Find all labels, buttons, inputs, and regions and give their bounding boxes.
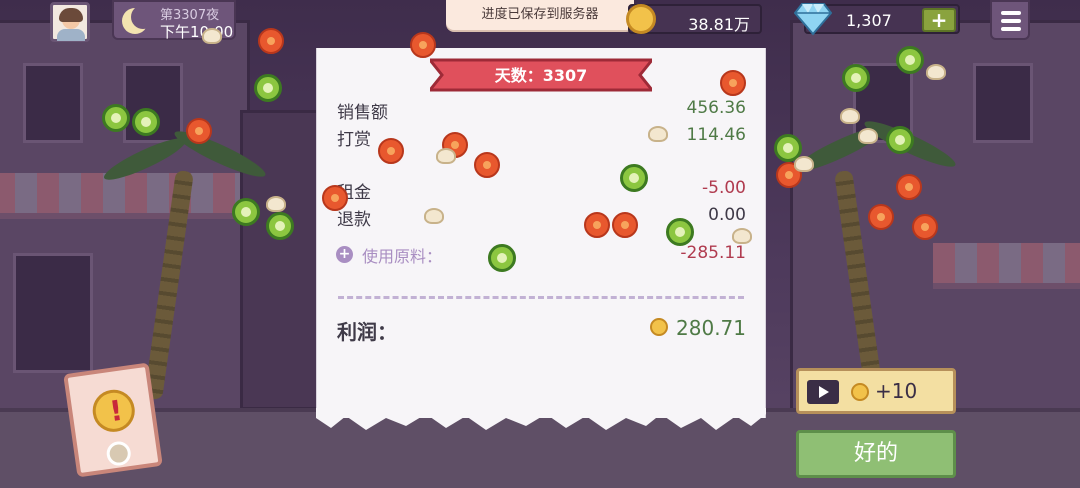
expand-ingredients-icon[interactable]: + [336,246,353,263]
tomato-slice-icon [410,32,436,58]
alert-icon: ! [90,387,138,435]
garlic-clove-icon [794,156,814,172]
coin-icon [851,383,869,401]
jalapeno-slice-icon [488,244,516,272]
tomato-slice-icon [258,28,284,54]
tomato-slice-icon [896,174,922,200]
tomato-slice-icon [612,212,638,238]
gem-balance: 1,307 + [794,3,960,36]
day-count-title: 天数：3307 [494,66,588,85]
saved-progress-toast: 进度已保存到服务器 [446,0,634,30]
ok-button[interactable]: 好的 [796,430,956,478]
rent-value: -5.00 [702,178,746,198]
window [973,63,1033,143]
menu-button[interactable] [990,0,1030,40]
receipt-torn-edge [316,408,766,430]
menu-icon [1001,11,1021,15]
awning [0,173,243,219]
ad-reward-amount: +10 [875,379,918,403]
jalapeno-slice-icon [266,212,294,240]
profit-value: 280.71 [676,316,746,340]
coin-icon [626,4,656,34]
alert-card[interactable]: ! [63,362,163,478]
jalapeno-slice-icon [132,108,160,136]
garlic-clove-icon [840,108,860,124]
awning [933,243,1080,289]
garlic-clove-icon [858,128,878,144]
jalapeno-slice-icon [842,64,870,92]
tomato-slice-icon [720,70,746,96]
jalapeno-slice-icon [896,46,924,74]
receipt-divider [338,296,744,299]
alert-badge-dot [105,439,133,468]
tomato-slice-icon [378,138,404,164]
garlic-clove-icon [202,28,222,44]
video-play-icon [807,380,839,404]
jalapeno-slice-icon [886,126,914,154]
watch-ad-reward-button[interactable]: +10 [796,368,956,414]
tips-value: 114.46 [686,125,746,145]
add-gems-button[interactable]: + [922,8,956,32]
jalapeno-slice-icon [620,164,648,192]
jalapeno-slice-icon [254,74,282,102]
sales-value: 456.36 [686,98,746,118]
window [23,63,83,143]
window [13,253,93,373]
jalapeno-slice-icon [102,104,130,132]
tomato-slice-icon [186,118,212,144]
jalapeno-slice-icon [666,218,694,246]
clock-time: 下午10:00 [160,23,234,41]
ingredients-label[interactable]: 使用原料： [362,243,442,267]
exclamation-icon: ! [107,393,125,429]
ingredients-value: -285.11 [680,243,746,263]
player-avatar[interactable] [50,2,90,42]
garlic-clove-icon [266,196,286,212]
refund-value: 0.00 [708,205,746,225]
tomato-slice-icon [474,152,500,178]
tomato-slice-icon [322,185,348,211]
tomato-slice-icon [868,204,894,230]
coin-value: 38.81万 [688,15,750,34]
tomato-slice-icon [912,214,938,240]
coin-icon [650,318,668,336]
garlic-clove-icon [926,64,946,80]
moon-icon [122,5,155,34]
coin-balance: 38.81万 [626,4,762,34]
tomato-slice-icon [584,212,610,238]
garlic-clove-icon [424,208,444,224]
diamond-icon [794,3,832,36]
garlic-clove-icon [732,228,752,244]
sales-label: 销售额 [337,103,388,123]
jalapeno-slice-icon [232,198,260,226]
garlic-clove-icon [436,148,456,164]
tips-label: 打赏 [337,130,371,150]
garlic-clove-icon [648,126,668,142]
profit-label: 利润： [337,320,397,344]
gem-value: 1,307 [846,11,892,30]
